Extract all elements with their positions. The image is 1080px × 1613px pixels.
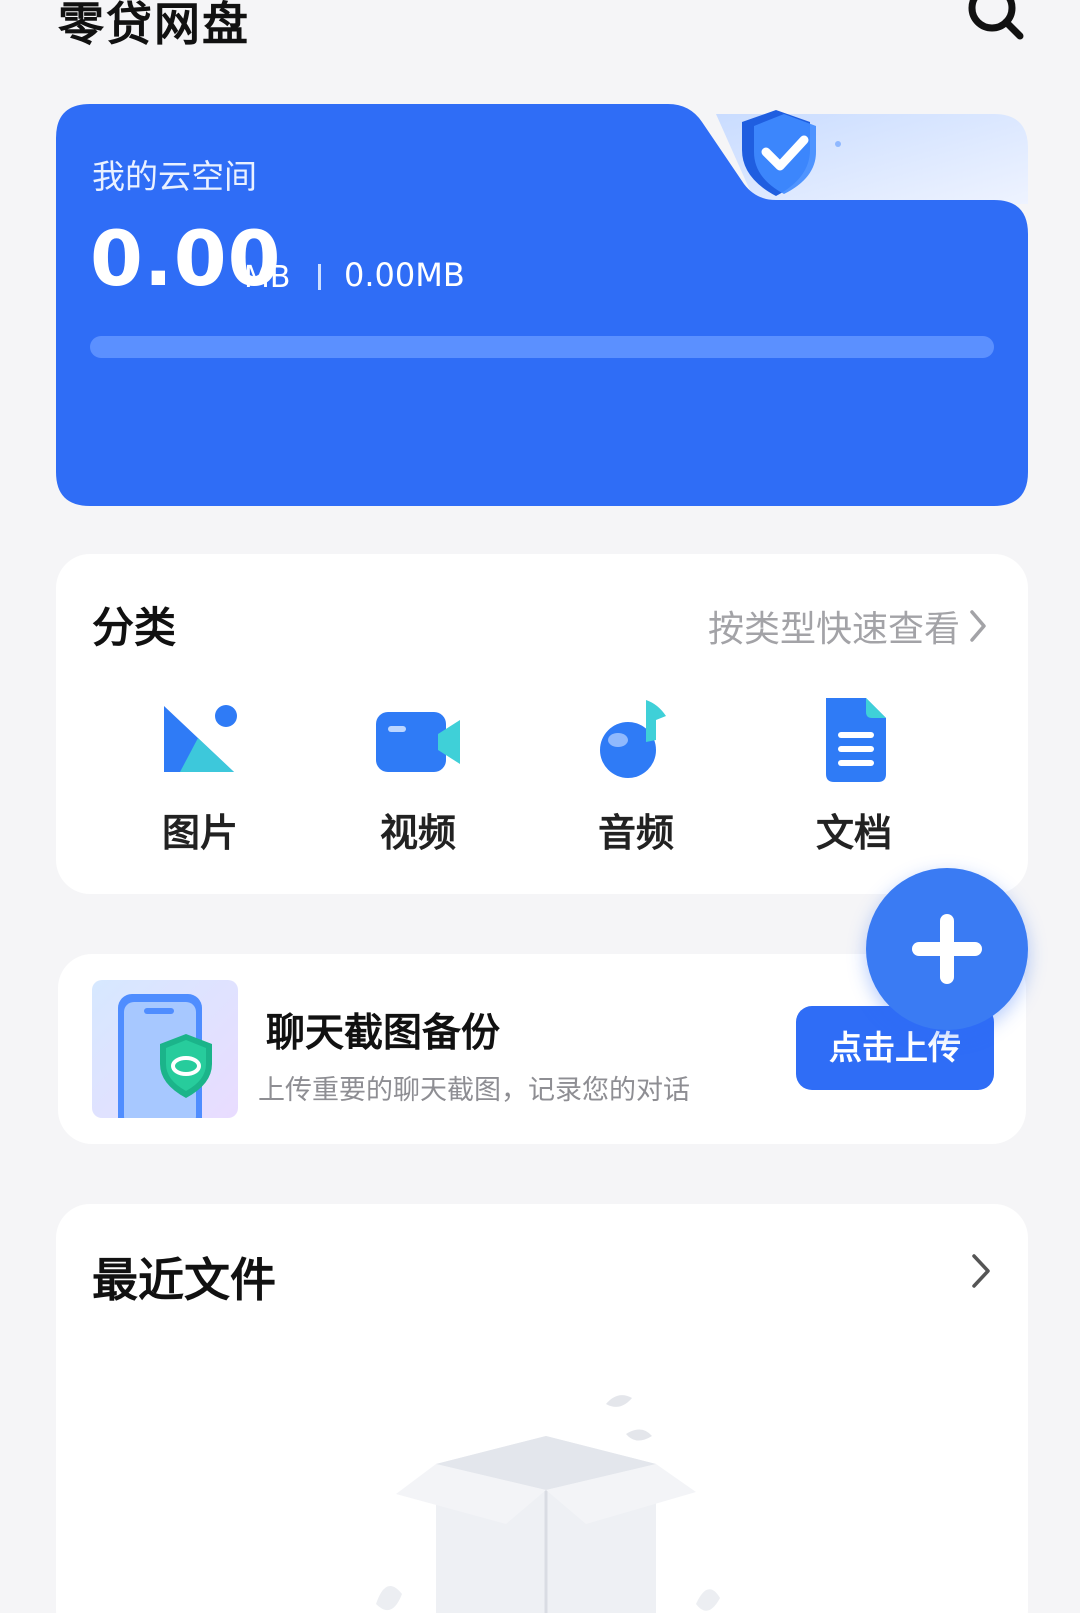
chevron-right-icon (972, 1254, 990, 1288)
recent-files-more[interactable] (970, 1252, 992, 1294)
plus-icon (912, 914, 982, 984)
backup-title: 聊天截图备份 (266, 1011, 501, 1056)
backup-subtitle: 上传重要的聊天截图，记录您的对话 (258, 1075, 690, 1106)
image-icon (164, 705, 237, 772)
category-item-audio[interactable]: 音频 (536, 694, 736, 857)
phone-shield-illustration (92, 980, 238, 1118)
storage-card[interactable]: 我的云空间 0.00 MB 0.00MB (56, 104, 1028, 506)
storage-progress-bar (90, 336, 994, 358)
document-icon (826, 698, 886, 782)
search-button[interactable] (966, 0, 1026, 42)
category-more-label: 按类型快速查看 (707, 609, 960, 650)
category-item-images[interactable]: 图片 (100, 694, 300, 857)
shield-check-icon (742, 110, 841, 196)
recent-files-card: 最近文件 (56, 1204, 1028, 1613)
category-label: 音频 (597, 811, 674, 855)
storage-used-unit: MB (244, 260, 291, 295)
category-label: 文档 (815, 811, 892, 855)
storage-total: 0.00MB (344, 256, 465, 294)
recent-files-title: 最近文件 (92, 1253, 276, 1307)
category-label: 图片 (161, 811, 238, 855)
category-card: 分类 按类型快速查看 图片 视频 音频 文档 (56, 554, 1028, 894)
phone-shield-icon (118, 994, 212, 1118)
category-more-link[interactable]: 按类型快速查看 (708, 600, 988, 652)
empty-box-illustration (376, 1395, 720, 1613)
audio-icon (600, 700, 666, 778)
category-item-documents[interactable]: 文档 (754, 694, 954, 857)
category-title: 分类 (92, 603, 177, 652)
search-icon (968, 0, 1024, 40)
add-button[interactable] (866, 868, 1028, 1030)
storage-label: 我的云空间 (92, 157, 257, 196)
chevron-right-icon (970, 610, 986, 642)
app-title: 零贷网盘 (58, 0, 250, 51)
category-item-videos[interactable]: 视频 (318, 694, 518, 857)
category-label: 视频 (379, 811, 456, 855)
video-icon (376, 712, 460, 772)
storage-separator (318, 264, 321, 290)
